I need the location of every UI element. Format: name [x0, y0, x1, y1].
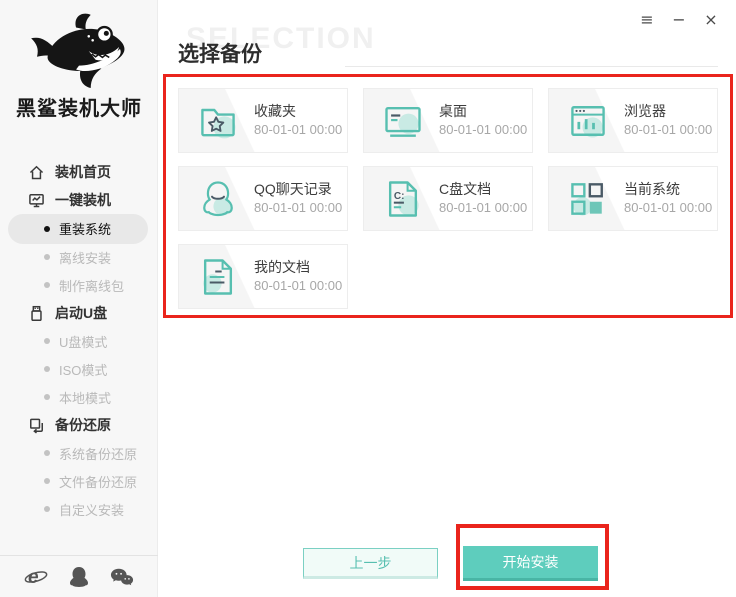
- sidebar-item-label: ISO模式: [59, 362, 108, 378]
- sidebar-item-backup-restore[interactable]: 备份还原: [0, 411, 158, 439]
- card-date: 80-01-01 00:00: [254, 278, 343, 293]
- card-text: 收藏夹 80-01-01 00:00: [254, 102, 342, 139]
- backup-card-current-system[interactable]: 当前系统 80-01-01 00:00: [548, 166, 718, 231]
- sidebar: 黑鲨装机大师 装机首页 一键装机 重装系统 离线安装 制作离线包 启动U盘 U盘…: [0, 0, 158, 597]
- card-date: 80-01-01 00:00: [624, 200, 713, 215]
- sidebar-item-make-offline-pack[interactable]: 制作离线包: [0, 271, 158, 299]
- bullet-icon: [44, 450, 50, 456]
- my-documents-icon: [203, 258, 233, 295]
- c-drive-document-icon: C:: [388, 180, 419, 217]
- sidebar-item-usb-mode[interactable]: U盘模式: [0, 327, 158, 355]
- prev-step-button[interactable]: 上一步: [303, 548, 438, 579]
- backup-restore-icon: [30, 418, 43, 434]
- ie-browser-icon[interactable]: e: [24, 566, 48, 588]
- sidebar-item-system-backup-restore[interactable]: 系统备份还原: [0, 439, 158, 467]
- home-icon: [29, 165, 44, 179]
- backup-card-qq-history[interactable]: QQ聊天记录 80-01-01 00:00: [178, 166, 348, 231]
- card-title: 浏览器: [624, 103, 666, 119]
- menu-icon[interactable]: ≡: [636, 8, 658, 30]
- backup-card-c-drive-docs[interactable]: C: C盘文档 80-01-01 00:00: [363, 166, 533, 231]
- sidebar-item-label: 装机首页: [55, 164, 111, 180]
- qq-icon[interactable]: [67, 566, 91, 588]
- brand: 黑鲨装机大师: [0, 8, 158, 121]
- minimize-icon[interactable]: −: [668, 8, 690, 30]
- backup-cards-grid: 收藏夹 80-01-01 00:00 桌面 80-01-01 00:00 浏览器…: [178, 88, 718, 309]
- desktop-icon: [385, 106, 421, 137]
- current-system-icon: [571, 182, 603, 215]
- svg-text:C:: C:: [394, 191, 405, 202]
- card-title: 收藏夹: [254, 103, 296, 119]
- backup-card-favorites[interactable]: 收藏夹 80-01-01 00:00: [178, 88, 348, 153]
- sidebar-item-label: 一键装机: [55, 192, 111, 208]
- card-text: C盘文档 80-01-01 00:00: [439, 180, 527, 217]
- bullet-icon: [44, 366, 50, 372]
- sidebar-item-reinstall-system[interactable]: 重装系统: [0, 214, 158, 244]
- window-controls: ≡ − ×: [636, 8, 722, 30]
- sidebar-item-file-backup-restore[interactable]: 文件备份还原: [0, 467, 158, 495]
- card-date: 80-01-01 00:00: [254, 122, 343, 137]
- card-text: QQ聊天记录 80-01-01 00:00: [254, 180, 342, 217]
- card-title: 我的文档: [254, 259, 310, 275]
- card-text: 浏览器 80-01-01 00:00: [624, 102, 712, 139]
- card-text: 桌面 80-01-01 00:00: [439, 102, 527, 139]
- sidebar-item-label: 本地模式: [59, 390, 112, 406]
- close-icon[interactable]: ×: [700, 8, 722, 30]
- backup-card-desktop[interactable]: 桌面 80-01-01 00:00: [363, 88, 533, 153]
- favorites-folder-icon: [201, 108, 236, 138]
- card-text: 当前系统 80-01-01 00:00: [624, 180, 712, 217]
- sidebar-item-label: 自定义安装: [59, 502, 125, 518]
- card-date: 80-01-01 00:00: [624, 122, 713, 137]
- bullet-icon: [44, 225, 50, 232]
- card-date: 80-01-01 00:00: [439, 122, 528, 137]
- sidebar-item-label: 离线安装: [59, 250, 112, 266]
- onekey-monitor-icon: [29, 193, 44, 207]
- svg-text:e: e: [28, 567, 39, 588]
- sidebar-item-local-mode[interactable]: 本地模式: [0, 383, 158, 411]
- sidebar-item-label: 制作离线包: [59, 278, 125, 294]
- sidebar-item-home[interactable]: 装机首页: [0, 158, 158, 186]
- page-title: 选择备份: [178, 43, 262, 66]
- sidebar-item-label: 备份还原: [55, 417, 111, 433]
- sidebar-item-label: 文件备份还原: [59, 474, 138, 490]
- browser-icon: [571, 105, 605, 137]
- sidebar-footer: e: [0, 555, 158, 597]
- bullet-icon: [44, 282, 50, 288]
- sidebar-menu: 装机首页 一键装机 重装系统 离线安装 制作离线包 启动U盘 U盘模式 ISO模…: [0, 158, 158, 523]
- shark-logo-icon: [0, 8, 158, 90]
- sidebar-item-onekey[interactable]: 一键装机: [0, 186, 158, 214]
- bullet-icon: [44, 254, 50, 260]
- bullet-icon: [44, 506, 50, 512]
- bullet-icon: [44, 338, 50, 344]
- sidebar-item-label: U盘模式: [59, 334, 108, 350]
- sidebar-item-boot-usb[interactable]: 启动U盘: [0, 299, 158, 327]
- card-text: 我的文档 80-01-01 00:00: [254, 258, 342, 295]
- sidebar-item-custom-install[interactable]: 自定义安装: [0, 495, 158, 523]
- brand-name: 黑鲨装机大师: [16, 98, 142, 120]
- sidebar-item-iso-mode[interactable]: ISO模式: [0, 355, 158, 383]
- card-title: 桌面: [439, 103, 467, 119]
- app-window: 黑鲨装机大师 装机首页 一键装机 重装系统 离线安装 制作离线包 启动U盘 U盘…: [0, 0, 736, 597]
- bullet-icon: [44, 478, 50, 484]
- card-title: C盘文档: [439, 181, 492, 197]
- usb-drive-icon: [31, 305, 42, 321]
- sidebar-item-label: 重装系统: [59, 222, 112, 237]
- card-title: QQ聊天记录: [254, 181, 332, 197]
- card-date: 80-01-01 00:00: [439, 200, 528, 215]
- title-underline: [345, 66, 718, 67]
- sidebar-item-offline-install[interactable]: 离线安装: [0, 243, 158, 271]
- card-title: 当前系统: [624, 181, 680, 197]
- start-install-button[interactable]: 开始安装: [463, 546, 598, 581]
- backup-card-browser[interactable]: 浏览器 80-01-01 00:00: [548, 88, 718, 153]
- sidebar-item-label: 启动U盘: [55, 305, 108, 321]
- backup-card-my-documents[interactable]: 我的文档 80-01-01 00:00: [178, 244, 348, 309]
- bullet-icon: [44, 394, 50, 400]
- qq-penguin-icon: [203, 180, 233, 216]
- sidebar-item-label: 系统备份还原: [59, 446, 138, 462]
- card-date: 80-01-01 00:00: [254, 200, 343, 215]
- wechat-icon[interactable]: [110, 566, 134, 588]
